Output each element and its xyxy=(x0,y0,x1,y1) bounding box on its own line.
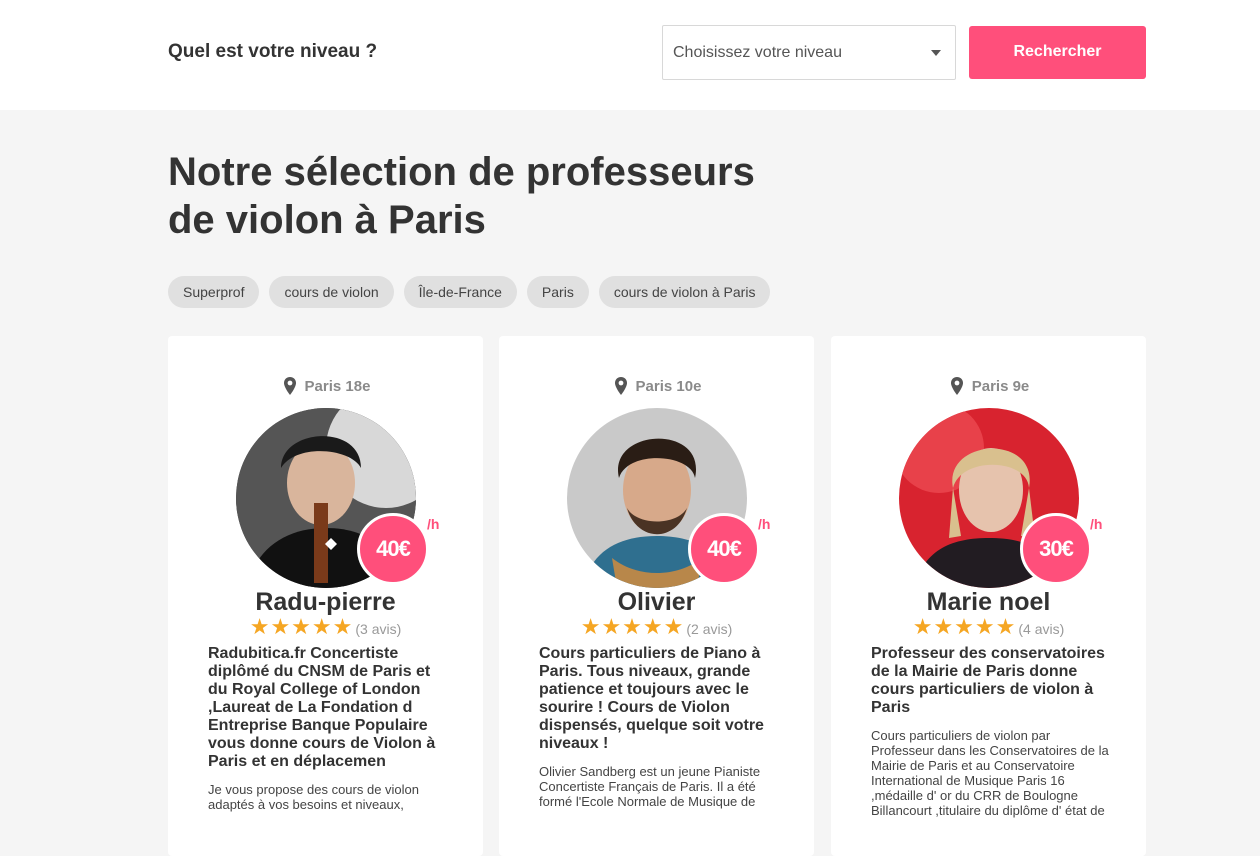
star-icon: ★ xyxy=(249,614,270,639)
star-icon: ★ xyxy=(332,614,353,639)
location-text: Paris 9e xyxy=(971,377,1030,395)
tag-cours-de-violon-a-paris[interactable]: cours de violon à Paris xyxy=(598,276,771,308)
chevron-down-icon xyxy=(931,50,941,56)
teacher-description: Je vous propose des cours de violon adap… xyxy=(208,782,420,812)
search-button[interactable]: Rechercher xyxy=(969,26,1146,79)
tag-superprof[interactable]: Superprof xyxy=(168,276,260,308)
teacher-title[interactable]: Professeur des conservatoires de la Mair… xyxy=(871,645,1111,717)
teacher-description: Olivier Sandberg est un jeune Pianiste C… xyxy=(539,764,761,809)
price-badge: 30€ xyxy=(1020,513,1092,585)
star-icon: ★ xyxy=(291,614,311,639)
search-bar: Quel est votre niveau ? Choisissez votre… xyxy=(0,0,1260,110)
review-count[interactable]: (2 avis) xyxy=(686,621,732,637)
map-pin-icon xyxy=(614,377,627,395)
level-select-value: Choisissez votre niveau xyxy=(673,44,842,61)
per-hour-label: /h xyxy=(758,516,771,532)
star-icon: ★ xyxy=(954,614,974,639)
location-text: Paris 18e xyxy=(304,377,371,395)
rating: ★ ★ ★ ★ ★ (3 avis) xyxy=(168,615,483,639)
teacher-name[interactable]: Radu-pierre xyxy=(168,588,483,617)
level-question: Quel est votre niveau ? xyxy=(168,41,378,62)
star-icon: ★ xyxy=(580,614,601,639)
star-icon: ★ xyxy=(995,614,1016,639)
star-icon: ★ xyxy=(311,614,332,639)
teacher-name[interactable]: Olivier xyxy=(499,588,814,617)
price-badge: 40€ xyxy=(688,513,760,585)
map-pin-icon xyxy=(283,377,296,395)
review-count[interactable]: (3 avis) xyxy=(355,621,401,637)
star-icon: ★ xyxy=(270,614,291,639)
star-icon: ★ xyxy=(622,614,642,639)
teacher-title[interactable]: Cours particuliers de Piano à Paris. Tou… xyxy=(539,645,779,753)
location-text: Paris 10e xyxy=(635,377,702,395)
star-icon: ★ xyxy=(642,614,663,639)
teacher-description: Cours particuliers de violon par Profess… xyxy=(871,728,1109,818)
teacher-name[interactable]: Marie noel xyxy=(831,588,1146,617)
review-count[interactable]: (4 avis) xyxy=(1018,621,1064,637)
teacher-card[interactable]: Paris 10e 40€ /h Olivier ★ ★ ★ ★ ★ (2 av… xyxy=(499,336,814,856)
rating: ★ ★ ★ ★ ★ (4 avis) xyxy=(831,615,1146,639)
breadcrumb-tags: Superprof cours de violon Île-de-France … xyxy=(168,276,771,308)
tag-ile-de-france[interactable]: Île-de-France xyxy=(403,276,517,308)
star-icon: ★ xyxy=(974,614,995,639)
per-hour-label: /h xyxy=(427,516,440,532)
page-title-line-1: Notre sélection de professeurs xyxy=(168,150,755,194)
location: Paris 18e xyxy=(168,376,483,396)
price-badge: 40€ xyxy=(357,513,429,585)
star-icon: ★ xyxy=(663,614,684,639)
level-select[interactable]: Choisissez votre niveau xyxy=(662,25,956,80)
tag-cours-de-violon[interactable]: cours de violon xyxy=(269,276,394,308)
tag-paris[interactable]: Paris xyxy=(526,276,589,308)
teacher-card[interactable]: Paris 18e 40€ /h Radu-pierre ★ ★ ★ ★ ★ (… xyxy=(168,336,483,856)
location: Paris 9e xyxy=(831,376,1146,396)
teacher-title[interactable]: Radubitica.fr Concertiste diplômé du CNS… xyxy=(208,645,448,771)
page-title: Notre sélection de professeurs de violon… xyxy=(168,148,808,244)
star-icon: ★ xyxy=(601,614,622,639)
teacher-card[interactable]: Paris 9e 30€ /h Marie noel ★ ★ ★ ★ ★ (4 … xyxy=(831,336,1146,856)
page-title-line-2: de violon à Paris xyxy=(168,198,486,242)
location: Paris 10e xyxy=(499,376,814,396)
star-icon: ★ xyxy=(933,614,954,639)
map-pin-icon xyxy=(950,377,963,395)
per-hour-label: /h xyxy=(1090,516,1103,532)
rating: ★ ★ ★ ★ ★ (2 avis) xyxy=(499,615,814,639)
star-icon: ★ xyxy=(912,614,933,639)
